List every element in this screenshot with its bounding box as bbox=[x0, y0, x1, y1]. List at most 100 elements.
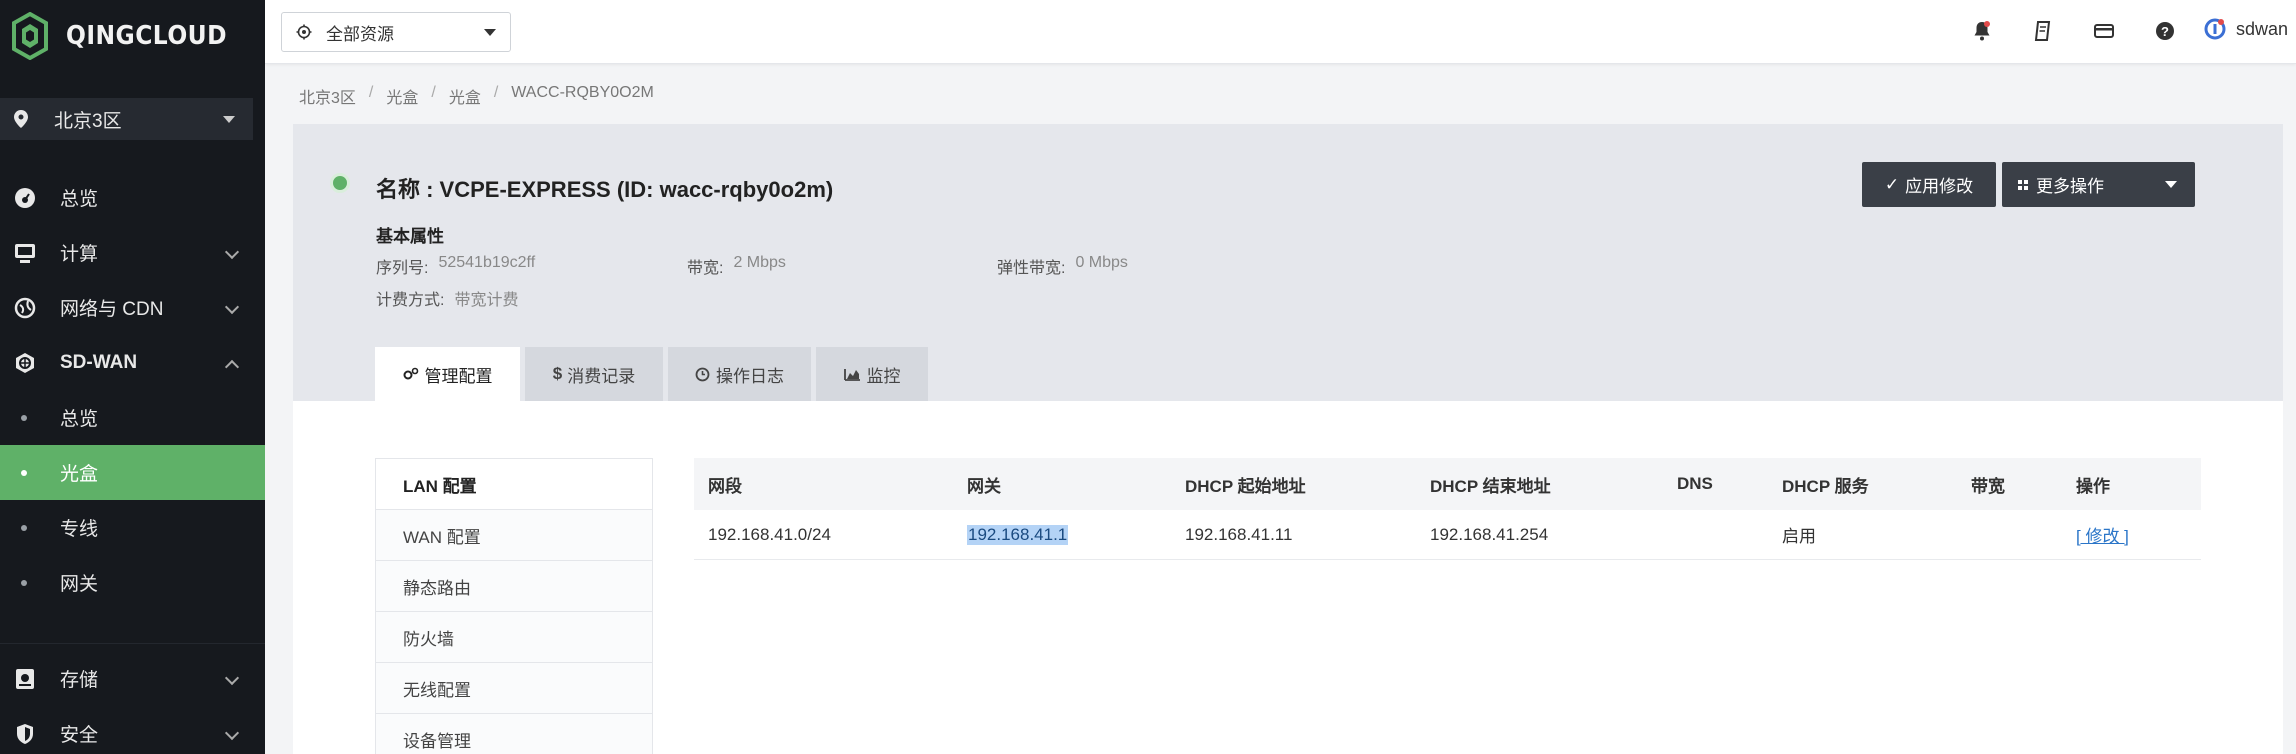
property-key: 弹性带宽: bbox=[997, 260, 1066, 277]
sub-item-private-line[interactable]: 专线 bbox=[0, 500, 265, 555]
column-header: 网段 bbox=[708, 476, 742, 496]
nav-item-sdwan[interactable]: SD-WAN bbox=[0, 335, 265, 390]
resource-header: 名称 : VCPE-EXPRESS (ID: wacc-rqby0o2m) 基本… bbox=[293, 124, 2283, 401]
serial-property: 序列号: 52541b19c2ff bbox=[376, 254, 535, 278]
gears-icon bbox=[403, 367, 418, 380]
logo[interactable]: QINGCLOUD bbox=[0, 0, 265, 72]
monitor-icon bbox=[14, 242, 36, 264]
more-actions-button[interactable]: 更多操作 bbox=[2002, 162, 2195, 207]
tab-label: 监控 bbox=[866, 366, 901, 386]
nav-item-overview[interactable]: 总览 bbox=[0, 170, 265, 225]
sub-item-label: 专线 bbox=[60, 519, 99, 540]
bell-icon[interactable] bbox=[1971, 20, 1993, 42]
breadcrumb-separator: / bbox=[493, 84, 499, 101]
breadcrumb-separator: / bbox=[431, 84, 436, 101]
svg-text:?: ? bbox=[2161, 24, 2169, 39]
config-menu-wan[interactable]: WAN 配置 bbox=[376, 510, 652, 561]
config-menu-static-route[interactable]: 静态路由 bbox=[376, 561, 652, 612]
dashboard-icon bbox=[14, 187, 36, 209]
property-value: 2 Mbps bbox=[733, 254, 786, 271]
sidebar: QINGCLOUD 北京3区 总览 计算 网络与 CDN SD-WAN 总览 光… bbox=[0, 0, 265, 754]
table-row: 192.168.41.0/24 192.168.41.1 192.168.41.… bbox=[694, 510, 2201, 560]
bandwidth-property: 带宽: 2 Mbps bbox=[687, 254, 786, 278]
ticket-icon[interactable] bbox=[2032, 20, 2054, 42]
dollar-icon: $ bbox=[552, 364, 563, 383]
sub-item-gateway[interactable]: 网关 bbox=[0, 555, 265, 610]
sub-item-label: 网关 bbox=[60, 574, 99, 595]
tab-label: 消费记录 bbox=[567, 366, 636, 386]
network-icon bbox=[14, 297, 36, 319]
breadcrumb-item[interactable]: 光盒 bbox=[449, 84, 481, 108]
breadcrumb-current: WACC-RQBY0O2M bbox=[511, 84, 654, 101]
breadcrumb: 北京3区 / 光盒 / 光盒 / WACC-RQBY0O2M bbox=[299, 84, 654, 108]
nav-item-compute[interactable]: 计算 bbox=[0, 225, 265, 280]
bullet-icon bbox=[21, 579, 27, 586]
nav-item-security[interactable]: 安全 bbox=[0, 706, 265, 754]
config-menu: LAN 配置 WAN 配置 静态路由 防火墙 无线配置 设备管理 bbox=[375, 458, 653, 754]
button-label: 应用修改 bbox=[1905, 177, 1974, 196]
clock-icon bbox=[695, 367, 710, 381]
property-key: 带宽: bbox=[687, 260, 724, 277]
username: sdwan bbox=[2235, 18, 2288, 39]
nav-label: 存储 bbox=[60, 670, 99, 691]
tab-billing-records[interactable]: $ 消费记录 bbox=[525, 347, 663, 401]
bullet-icon bbox=[21, 524, 27, 531]
region-selector[interactable]: 北京3区 bbox=[0, 98, 253, 140]
column-header: 带宽 bbox=[1971, 476, 2005, 496]
tab-label: 操作日志 bbox=[716, 366, 784, 386]
config-menu-wireless[interactable]: 无线配置 bbox=[376, 663, 652, 714]
page-title: 名称 : VCPE-EXPRESS (ID: wacc-rqby0o2m) bbox=[376, 177, 834, 202]
area-chart-icon bbox=[843, 369, 860, 381]
user-menu[interactable]: sdwan bbox=[2204, 18, 2288, 40]
elastic-bandwidth-property: 弹性带宽: 0 Mbps bbox=[997, 254, 1128, 278]
table-cell: 启用 bbox=[1782, 527, 1816, 546]
nav-label: SD-WAN bbox=[60, 351, 138, 373]
breadcrumb-separator: / bbox=[368, 84, 374, 101]
chevron-down-icon bbox=[223, 116, 235, 123]
resource-select[interactable]: 全部资源 bbox=[281, 12, 511, 52]
table-cell: 192.168.41.1 bbox=[967, 524, 1069, 545]
help-icon[interactable]: ? bbox=[2154, 20, 2176, 42]
bullet-icon bbox=[21, 414, 27, 421]
config-menu-device-management[interactable]: 设备管理 bbox=[376, 714, 652, 754]
table-cell: 192.168.41.11 bbox=[1185, 524, 1293, 544]
sub-item-label: 总览 bbox=[60, 409, 99, 430]
chevron-down-icon bbox=[224, 244, 240, 260]
grid-icon bbox=[2018, 179, 2028, 190]
tab-operation-logs[interactable]: 操作日志 bbox=[668, 347, 811, 401]
billing-property: 计费方式: 带宽计费 bbox=[376, 286, 518, 310]
divider bbox=[0, 643, 265, 644]
shield-icon bbox=[14, 723, 36, 745]
tab-management-config[interactable]: 管理配置 bbox=[375, 347, 520, 401]
qingcloud-logo-icon bbox=[12, 12, 48, 60]
nav-label: 总览 bbox=[60, 189, 99, 210]
chevron-down-icon bbox=[224, 670, 240, 686]
table-cell: 192.168.41.0/24 bbox=[708, 524, 831, 544]
nav-item-storage[interactable]: 存储 bbox=[0, 651, 265, 706]
tab-monitoring[interactable]: 监控 bbox=[816, 347, 928, 401]
chevron-down-icon bbox=[2165, 181, 2177, 188]
tab-label: 管理配置 bbox=[424, 366, 493, 386]
table-header: 网段 网关 DHCP 起始地址 DHCP 结束地址 DNS DHCP 服务 带宽… bbox=[694, 458, 2201, 510]
billing-icon[interactable] bbox=[2093, 20, 2115, 42]
sub-item-sdwan-overview[interactable]: 总览 bbox=[0, 390, 265, 445]
apply-changes-button[interactable]: ✓ 应用修改 bbox=[1862, 162, 1996, 207]
brand-name: QINGCLOUD bbox=[66, 21, 228, 51]
sub-item-label: 光盒 bbox=[60, 464, 99, 485]
edit-link[interactable]: [ 修改 ] bbox=[2076, 522, 2129, 547]
config-menu-firewall[interactable]: 防火墙 bbox=[376, 612, 652, 663]
region-label: 北京3区 bbox=[54, 110, 122, 132]
config-content: LAN 配置 WAN 配置 静态路由 防火墙 无线配置 设备管理 网段 网关 D… bbox=[293, 401, 2283, 754]
table-cell: 192.168.41.254 bbox=[1430, 524, 1549, 544]
chevron-up-icon bbox=[224, 359, 240, 375]
nav-label: 计算 bbox=[60, 244, 99, 265]
sub-item-optical-box[interactable]: 光盒 bbox=[0, 445, 265, 500]
breadcrumb-item[interactable]: 北京3区 bbox=[299, 84, 356, 108]
column-header: DHCP 结束地址 bbox=[1430, 476, 1551, 496]
nav-label: 安全 bbox=[60, 725, 99, 746]
property-value: 0 Mbps bbox=[1075, 254, 1128, 271]
config-menu-lan[interactable]: LAN 配置 bbox=[376, 459, 652, 510]
breadcrumb-item[interactable]: 光盒 bbox=[386, 84, 418, 108]
property-key: 序列号: bbox=[376, 260, 429, 277]
nav-item-network-cdn[interactable]: 网络与 CDN bbox=[0, 280, 265, 335]
